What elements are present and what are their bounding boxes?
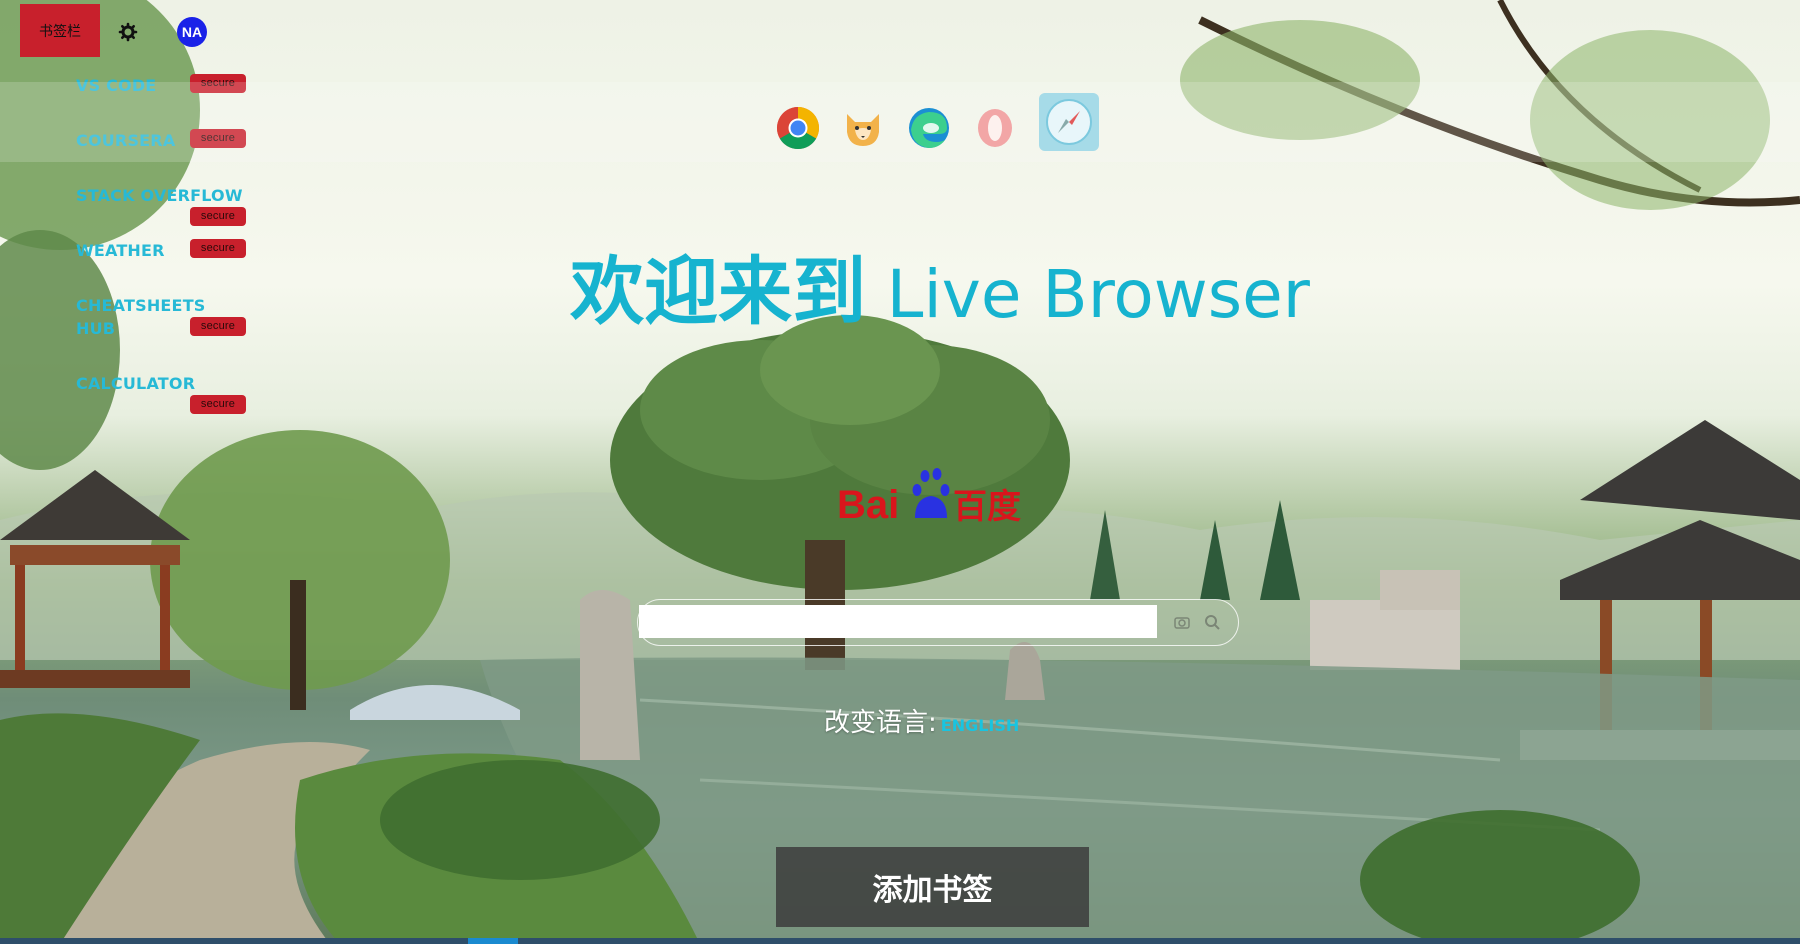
page-title-en: Live Browser <box>886 256 1310 333</box>
safari-icon[interactable] <box>1038 92 1100 152</box>
bookmark-weather[interactable]: WEATHER secure <box>76 239 246 262</box>
baidu-logo: Bai 百度 <box>837 462 1027 528</box>
bottom-bar-indicator <box>468 938 518 944</box>
language-switcher: 改变语言: ENGLISH <box>824 702 1019 739</box>
page-title-cn: 欢迎来到 <box>570 249 867 335</box>
svg-text:Bai: Bai <box>837 483 899 527</box>
bookmark-cheatsheets-hub[interactable]: CHEATSHEETS HUB secure <box>76 294 246 340</box>
secure-badge: secure <box>190 395 246 414</box>
avatar[interactable]: NA <box>177 17 207 47</box>
add-bookmark-button[interactable]: 添加书签 <box>776 847 1089 927</box>
bookmark-label: CHEATSHEETS HUB <box>76 296 206 338</box>
language-english-link[interactable]: ENGLISH <box>941 716 1020 735</box>
search-input[interactable] <box>639 605 1157 638</box>
bookmark-calculator[interactable]: CALCULATOR secure <box>76 372 246 414</box>
secure-badge: secure <box>190 207 246 226</box>
chrome-icon[interactable] <box>776 106 820 150</box>
secure-badge: secure <box>190 317 246 336</box>
page-title: 欢迎来到 Live Browser <box>530 232 1350 339</box>
camera-icon[interactable] <box>1174 614 1190 630</box>
gear-icon[interactable] <box>118 22 138 42</box>
bookmark-bar-button[interactable]: 书签栏 <box>20 4 100 57</box>
browser-icon-strip <box>0 82 1800 162</box>
bottom-bar <box>0 938 1800 944</box>
edge-icon[interactable] <box>907 106 951 150</box>
search-icon[interactable] <box>1204 614 1220 630</box>
secure-badge: secure <box>190 239 246 258</box>
language-label: 改变语言: <box>824 708 937 738</box>
firefox-icon[interactable] <box>841 106 885 150</box>
bookmark-label: STACK OVERFLOW <box>76 186 243 205</box>
bookmark-stack-overflow[interactable]: STACK OVERFLOW secure <box>76 184 246 226</box>
svg-text:百度: 百度 <box>953 487 1021 527</box>
opera-icon[interactable] <box>973 106 1017 150</box>
bookmark-label: CALCULATOR <box>76 374 196 393</box>
